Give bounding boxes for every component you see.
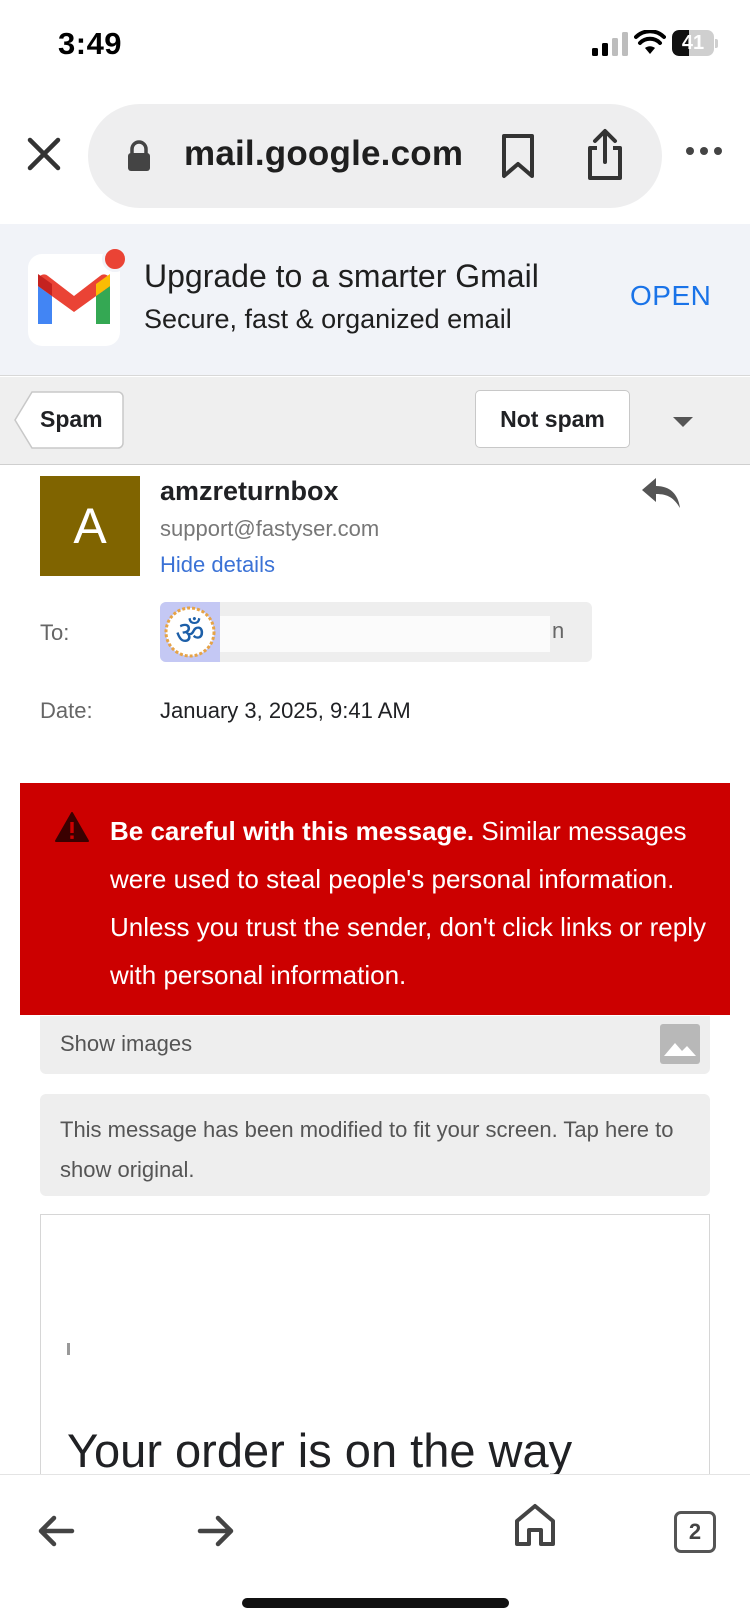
share-icon[interactable] bbox=[584, 128, 626, 182]
sender-name: amzreturnbox bbox=[160, 476, 339, 506]
not-spam-button[interactable]: Not spam bbox=[475, 390, 630, 448]
show-images-bar[interactable]: Show images bbox=[40, 1016, 710, 1074]
back-icon[interactable] bbox=[36, 1511, 76, 1551]
spam-back-button[interactable]: Spam bbox=[14, 391, 124, 449]
status-bar: 3:49 41 bbox=[0, 0, 750, 92]
image-icon[interactable] bbox=[660, 1024, 700, 1064]
email-body: Your order is on the way bbox=[40, 1214, 710, 1514]
to-label: To: bbox=[40, 620, 70, 645]
wifi-icon bbox=[634, 30, 666, 54]
not-spam-label: Not spam bbox=[500, 406, 605, 432]
spam-label: Spam bbox=[40, 406, 103, 432]
warning-text: Be careful with this message. Similar me… bbox=[110, 807, 720, 999]
sender-avatar: A bbox=[40, 476, 140, 576]
forward-icon[interactable] bbox=[196, 1511, 236, 1551]
recipient-chip[interactable]: ॐ n bbox=[160, 602, 592, 662]
phishing-warning-banner: Be careful with this message. Similar me… bbox=[20, 783, 730, 1015]
status-time: 3:49 bbox=[58, 26, 123, 61]
promo-subtitle: Secure, fast & organized email bbox=[144, 304, 512, 334]
warning-bold: Be careful with this message. bbox=[110, 816, 475, 846]
close-icon[interactable] bbox=[24, 134, 64, 174]
recipient-avatar: ॐ bbox=[160, 602, 220, 662]
bookmark-icon[interactable] bbox=[498, 132, 538, 180]
address-bar[interactable]: mail.google.com bbox=[88, 104, 662, 208]
tabs-icon[interactable]: 2 bbox=[674, 1511, 716, 1553]
battery-level: 41 bbox=[681, 32, 705, 54]
reply-icon[interactable] bbox=[640, 474, 682, 510]
chevron-down-icon[interactable] bbox=[668, 407, 698, 435]
order-heading: Your order is on the way bbox=[67, 1424, 573, 1477]
warning-icon bbox=[55, 812, 89, 842]
url-text[interactable]: mail.google.com bbox=[184, 134, 463, 174]
hide-details-link[interactable]: Hide details bbox=[160, 552, 275, 578]
home-icon[interactable] bbox=[514, 1503, 556, 1547]
open-app-button[interactable]: OPEN bbox=[630, 280, 711, 312]
browser-toolbar: mail.google.com bbox=[0, 92, 750, 224]
date-value: January 3, 2025, 9:41 AM bbox=[160, 698, 411, 723]
recipient-text: n bbox=[552, 618, 565, 643]
recipient-avatar-symbol: ॐ bbox=[175, 614, 204, 652]
recipient-redacted bbox=[220, 616, 550, 652]
home-indicator[interactable] bbox=[242, 1598, 509, 1608]
show-images-label: Show images bbox=[60, 1031, 193, 1056]
date-label: Date: bbox=[40, 698, 93, 723]
battery-icon: 41 bbox=[672, 30, 718, 58]
browser-bottom-bar: 2 bbox=[0, 1474, 750, 1624]
modified-notice-text: This message has been modified to fit yo… bbox=[60, 1117, 674, 1182]
message-toolbar: Spam Not spam bbox=[0, 377, 750, 465]
sender-email: support@fastyser.com bbox=[160, 516, 380, 541]
modified-notice[interactable]: This message has been modified to fit yo… bbox=[40, 1094, 710, 1196]
gmail-app-promo[interactable]: Upgrade to a smarter Gmail Secure, fast … bbox=[0, 224, 750, 376]
lock-icon bbox=[128, 140, 150, 171]
promo-title: Upgrade to a smarter Gmail bbox=[144, 258, 539, 294]
more-icon[interactable] bbox=[684, 136, 724, 166]
email-body-image-placeholder bbox=[67, 1343, 70, 1355]
notification-dot bbox=[102, 246, 128, 272]
email-header: A amzreturnbox support@fastyser.com Hide… bbox=[20, 466, 730, 784]
cellular-signal-icon bbox=[592, 32, 628, 56]
